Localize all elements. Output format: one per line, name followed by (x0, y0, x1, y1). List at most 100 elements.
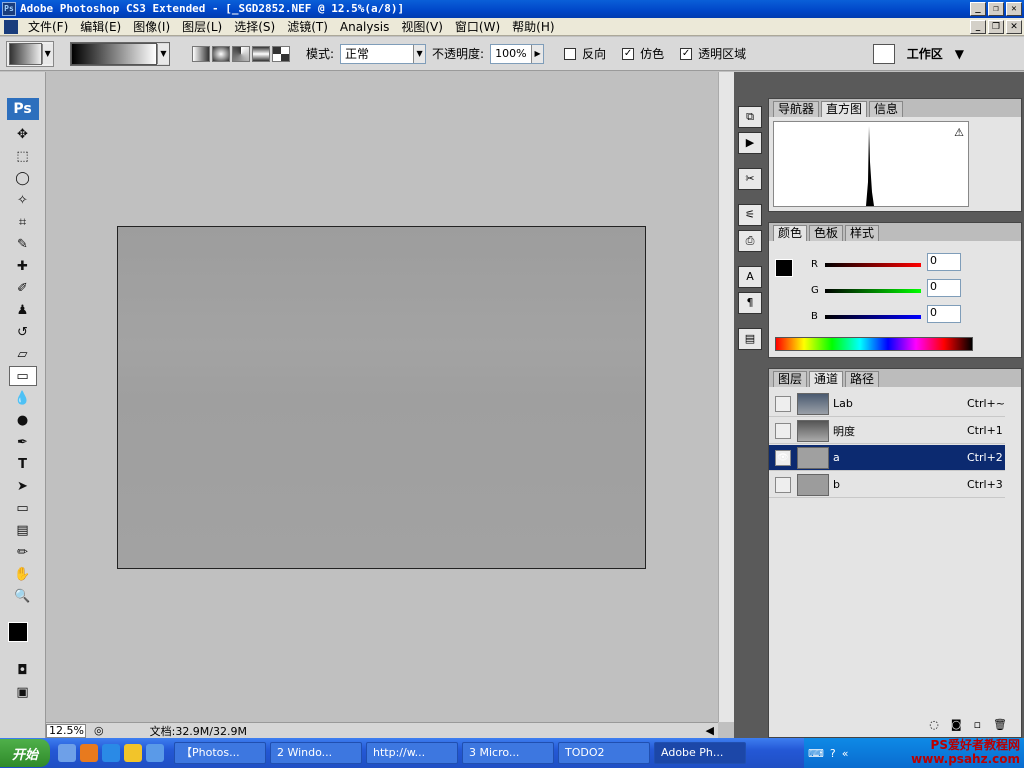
doc-restore-button[interactable]: ❐ (988, 20, 1004, 34)
foreground-color[interactable] (8, 622, 28, 642)
b-slider[interactable] (825, 315, 921, 319)
bridge-icon[interactable] (872, 43, 895, 64)
menu-edit[interactable]: 编辑(E) (74, 18, 127, 36)
blur-tool-icon[interactable]: 💧 (9, 388, 37, 408)
history-icon[interactable]: ⧉ (738, 106, 762, 128)
character-icon[interactable]: A (738, 266, 762, 288)
paragraph-icon[interactable]: ¶ (738, 292, 762, 314)
menu-analysis[interactable]: Analysis (334, 18, 395, 36)
eraser-icon[interactable]: ▱ (9, 344, 37, 364)
menu-file[interactable]: 文件(F) (22, 18, 74, 36)
magic-wand-icon[interactable]: ✧ (9, 190, 37, 210)
dither-checkbox[interactable]: ✓ (622, 47, 635, 60)
reflected-gradient-button[interactable] (252, 45, 270, 62)
g-field[interactable]: 0 (927, 279, 961, 297)
quicklaunch-icon[interactable] (146, 744, 164, 762)
channel-row-lightness[interactable]: 明度 Ctrl+1 (769, 418, 1005, 444)
taskbar-button[interactable]: 3 Micro... (462, 742, 554, 764)
menu-select[interactable]: 选择(S) (228, 18, 281, 36)
taskbar-button[interactable]: 2 Windo... (270, 742, 362, 764)
opacity-field[interactable]: 100% ▶ (490, 43, 545, 64)
visibility-toggle[interactable] (775, 395, 791, 412)
slice-tool-icon[interactable]: ✎ (9, 234, 37, 254)
angle-gradient-button[interactable] (232, 45, 250, 62)
taskbar-button[interactable]: http://w... (366, 742, 458, 764)
visibility-toggle[interactable] (775, 476, 791, 493)
trash-icon[interactable]: 🗑 (993, 718, 1007, 731)
brush-tool-icon[interactable]: ✐ (9, 278, 37, 298)
pen-tool-icon[interactable]: ✒ (9, 432, 37, 452)
eye-icon[interactable]: 👁 (775, 449, 791, 466)
r-slider[interactable] (825, 263, 921, 267)
tool-presets-icon[interactable]: ✂ (738, 168, 762, 190)
g-slider[interactable] (825, 289, 921, 293)
gradient-tool-icon[interactable]: ▭ (8, 366, 37, 386)
visibility-toggle[interactable] (775, 422, 791, 439)
ie-icon[interactable] (102, 744, 120, 762)
warning-icon[interactable]: ⚠ (954, 126, 964, 139)
keyboard-icon[interactable]: ⌨ (808, 747, 824, 760)
notes-icon[interactable]: ▤ (9, 520, 37, 540)
dodge-tool-icon[interactable]: ● (9, 410, 37, 430)
path-select-icon[interactable]: ➤ (9, 476, 37, 496)
document-image[interactable] (117, 226, 646, 569)
doc-minimize-button[interactable]: _ (970, 20, 986, 34)
tab-color[interactable]: 颜色 (773, 225, 808, 241)
history-brush-icon[interactable]: ↺ (9, 322, 37, 342)
restore-button[interactable]: ❐ (988, 2, 1004, 16)
transparency-checkbox[interactable]: ✓ (680, 47, 693, 60)
b-field[interactable]: 0 (927, 305, 961, 323)
eyedropper-icon[interactable]: ✏ (9, 542, 37, 562)
tool-preset-picker[interactable]: ▼ (6, 40, 54, 67)
foreground-swatch[interactable] (775, 259, 793, 277)
tab-navigator[interactable]: 导航器 (773, 101, 820, 117)
tab-histogram[interactable]: 直方图 (821, 101, 868, 117)
show-desktop-icon[interactable] (58, 744, 76, 762)
firefox-icon[interactable] (80, 744, 98, 762)
status-icon[interactable]: ◎ (94, 724, 104, 737)
hand-tool-icon[interactable]: ✋ (9, 564, 37, 584)
healing-brush-icon[interactable]: ✚ (9, 256, 37, 276)
menu-help[interactable]: 帮助(H) (506, 18, 560, 36)
clock-app-icon[interactable] (124, 744, 142, 762)
menu-view[interactable]: 视图(V) (395, 18, 449, 36)
screen-mode-icon[interactable]: ▣ (9, 682, 37, 702)
tab-paths[interactable]: 路径 (845, 371, 880, 387)
load-selection-icon[interactable]: ◌ (929, 718, 939, 731)
close-button[interactable]: ✕ (1006, 2, 1022, 16)
color-ramp[interactable] (775, 337, 973, 351)
crop-tool-icon[interactable]: ⌗ (9, 212, 37, 232)
start-button[interactable]: 开始 (0, 739, 50, 767)
help-icon[interactable]: ? (830, 747, 836, 760)
menu-layer[interactable]: 图层(L) (176, 18, 228, 36)
tab-swatches[interactable]: 色板 (809, 225, 844, 241)
stamp-tool-icon[interactable]: ♟ (9, 300, 37, 320)
actions-icon[interactable]: ▶ (738, 132, 762, 154)
taskbar-button[interactable]: 【Photos... (174, 742, 266, 764)
taskbar-button[interactable]: TODO2 (558, 742, 650, 764)
zoom-tool-icon[interactable]: 🔍 (9, 586, 37, 606)
save-selection-icon[interactable]: ◙ (951, 718, 962, 731)
marquee-tool-icon[interactable]: ⬚ (9, 146, 37, 166)
lasso-tool-icon[interactable]: ◯ (9, 168, 37, 188)
gradient-picker[interactable]: ▼ (70, 41, 170, 66)
new-channel-icon[interactable]: ▫ (974, 718, 981, 731)
layer-comps-icon[interactable]: ▤ (738, 328, 762, 350)
tab-channels[interactable]: 通道 (809, 371, 844, 387)
brushes-icon[interactable]: ⚟ (738, 204, 762, 226)
reverse-checkbox[interactable] (564, 47, 577, 60)
channel-row-lab[interactable]: Lab Ctrl+~ (769, 391, 1005, 417)
tray-expand-icon[interactable]: « (842, 747, 849, 760)
menu-window[interactable]: 窗口(W) (449, 18, 506, 36)
tab-styles[interactable]: 样式 (845, 225, 880, 241)
doc-info[interactable]: 文档:32.9M/32.9M (150, 723, 247, 739)
document-icon[interactable] (4, 19, 18, 34)
tab-info[interactable]: 信息 (869, 101, 904, 117)
vertical-scrollbar[interactable] (718, 72, 734, 722)
quick-mask-icon[interactable]: ◘ (9, 660, 37, 680)
shape-tool-icon[interactable]: ▭ (9, 498, 37, 518)
linear-gradient-button[interactable] (192, 45, 210, 62)
diamond-gradient-button[interactable] (272, 45, 290, 62)
doc-close-button[interactable]: ✕ (1006, 20, 1022, 34)
tab-layers[interactable]: 图层 (773, 371, 808, 387)
